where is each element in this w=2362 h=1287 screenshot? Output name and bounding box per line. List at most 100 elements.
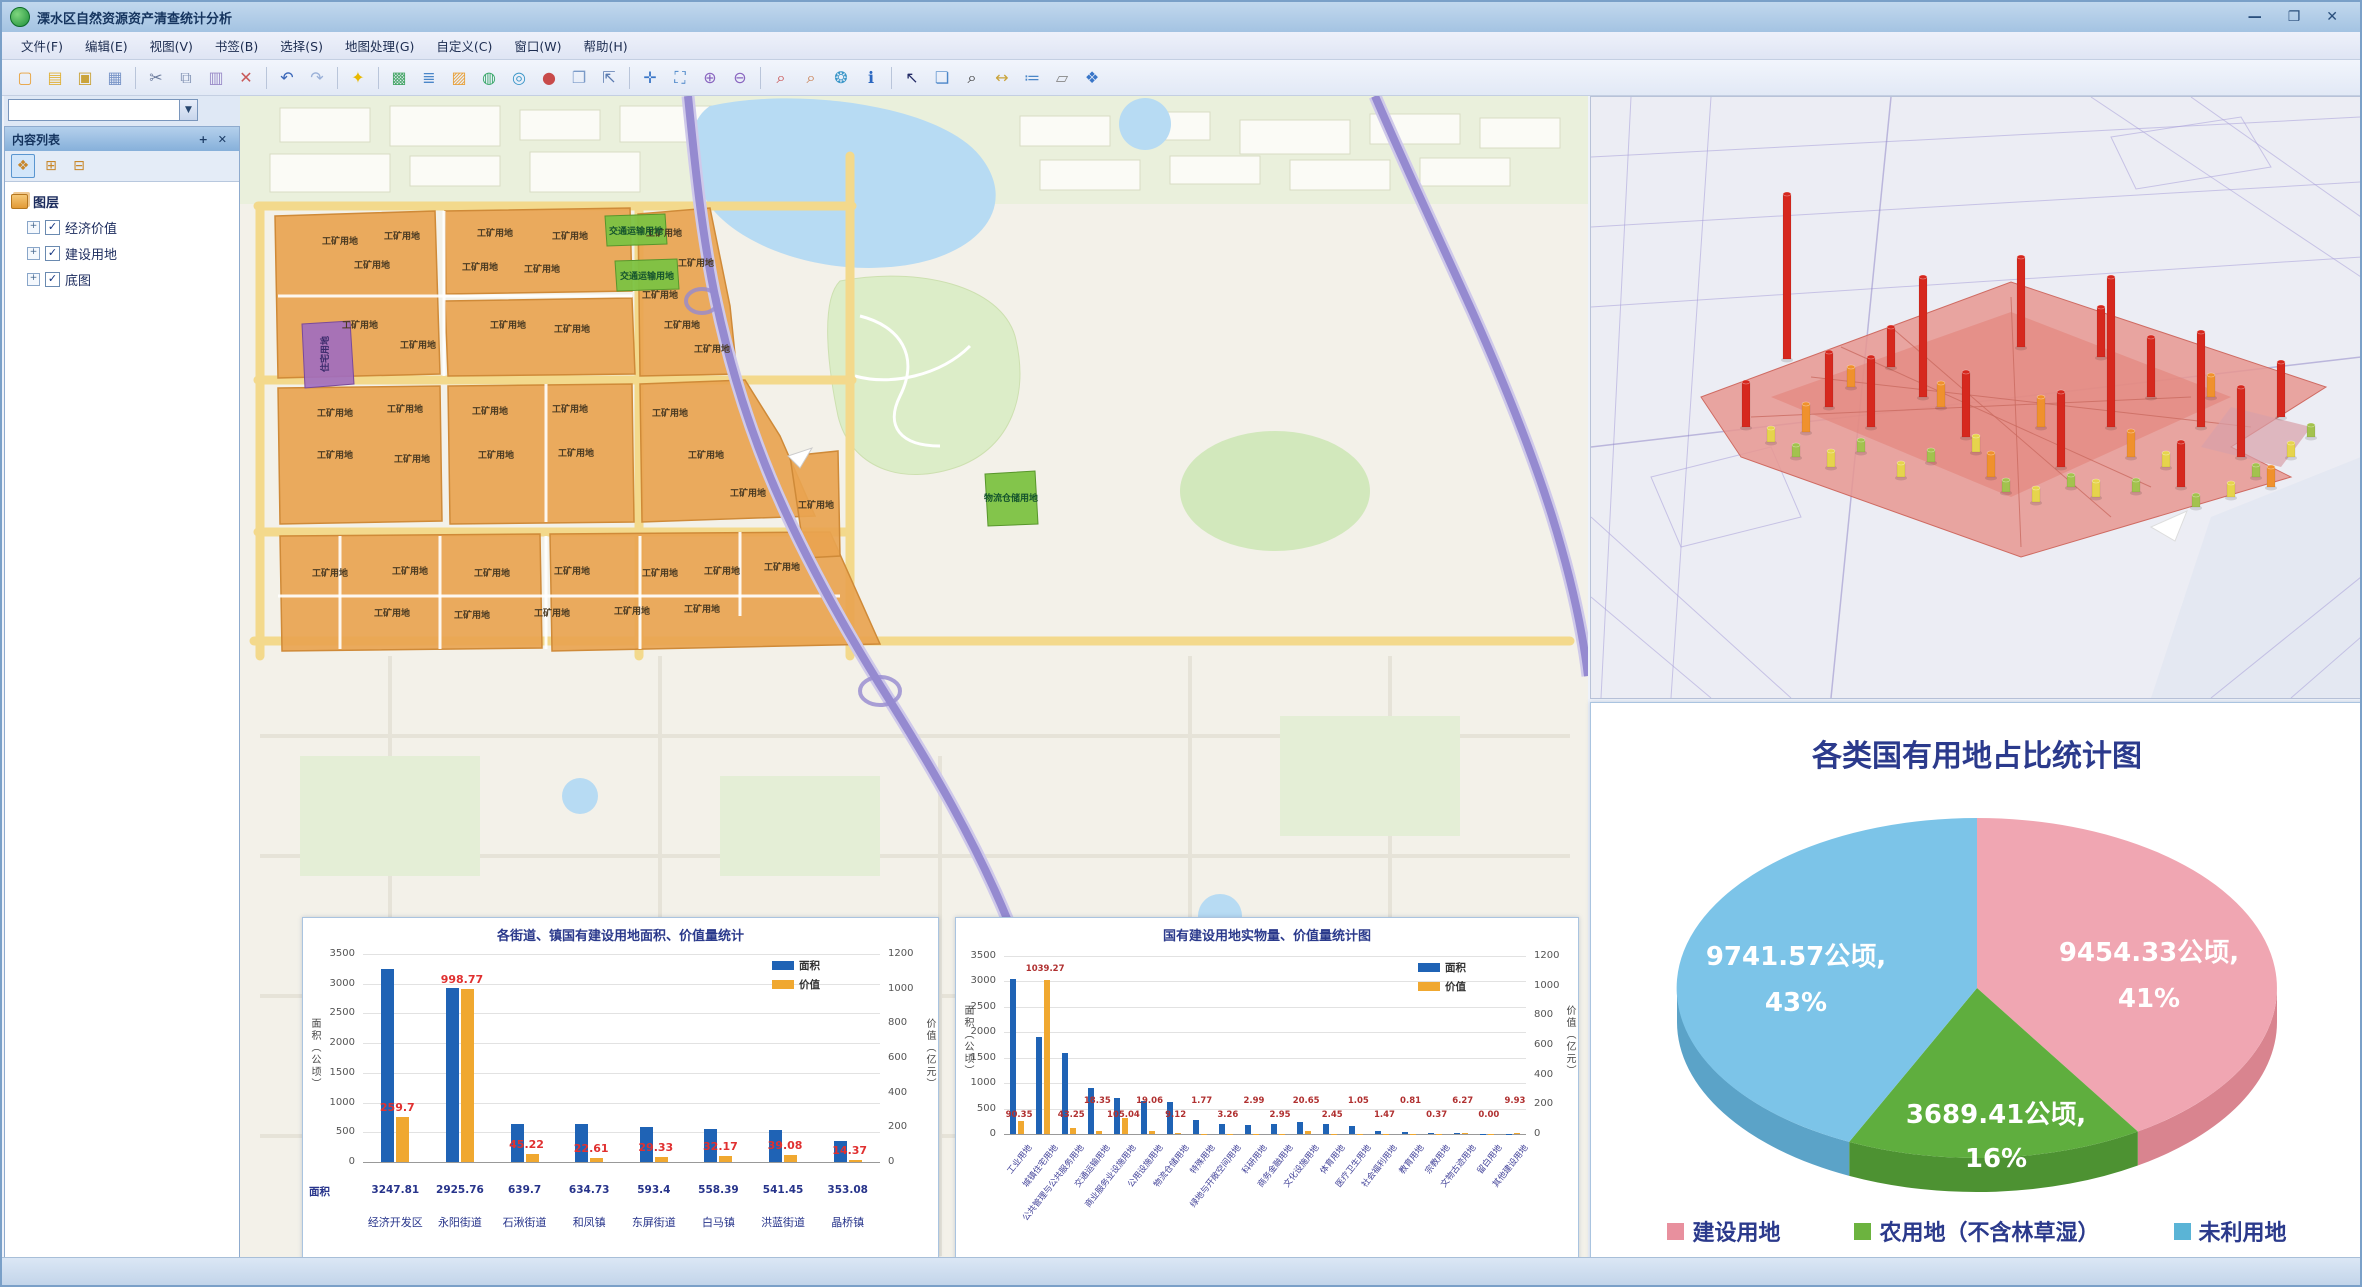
undo-icon[interactable]: ↶ [273, 64, 301, 92]
value-bar[interactable] [1070, 1128, 1076, 1134]
settings-icon[interactable]: ❖ [1078, 64, 1106, 92]
menu-item-0[interactable]: 文件(F) [12, 33, 72, 58]
value-bar[interactable] [1227, 1134, 1233, 1135]
expand-icon[interactable]: + [27, 221, 40, 234]
value-bar[interactable] [1436, 1134, 1442, 1135]
delete-icon[interactable]: ✕ [232, 64, 260, 92]
area-bar[interactable] [1323, 1124, 1329, 1134]
value-bar[interactable] [1462, 1133, 1468, 1134]
value-bar[interactable] [719, 1156, 732, 1162]
toc-close-icon[interactable]: ✕ [213, 133, 232, 146]
value-bar[interactable] [1514, 1133, 1520, 1134]
value-bar[interactable] [655, 1157, 668, 1162]
list-by-selection-icon[interactable]: ⊟ [67, 154, 91, 178]
menu-item-6[interactable]: 自定义(C) [427, 33, 501, 58]
value-bar[interactable] [1305, 1131, 1311, 1134]
tile-windows-icon[interactable]: ❐ [565, 64, 593, 92]
value-bar[interactable] [1149, 1131, 1155, 1134]
pan-icon[interactable]: ✛ [636, 64, 664, 92]
area-bar[interactable] [1454, 1133, 1460, 1134]
area-bar[interactable] [1193, 1120, 1199, 1134]
globe-view-icon[interactable]: ◍ [475, 64, 503, 92]
find-icon[interactable]: ⌕ [958, 64, 986, 92]
new-map-icon[interactable]: ▨ [445, 64, 473, 92]
menu-item-3[interactable]: 书签(B) [206, 33, 267, 58]
menu-item-5[interactable]: 地图处理(G) [336, 33, 423, 58]
area-bar[interactable] [1062, 1053, 1068, 1134]
layer-combo-input[interactable] [9, 100, 179, 120]
add-data-icon[interactable]: ✦ [344, 64, 372, 92]
tree-root-layers[interactable]: 图层 [9, 188, 235, 214]
layout-view-icon[interactable]: ≣ [415, 64, 443, 92]
print-icon[interactable]: ▦ [101, 64, 129, 92]
value-bar[interactable] [1201, 1134, 1207, 1135]
value-bar[interactable] [590, 1158, 603, 1162]
tree-item-1[interactable]: +✓建设用地 [9, 240, 235, 266]
menu-item-7[interactable]: 窗口(W) [505, 33, 570, 58]
layer-checkbox[interactable]: ✓ [45, 220, 60, 235]
value-bar[interactable] [461, 989, 474, 1162]
menu-item-1[interactable]: 编辑(E) [76, 33, 137, 58]
expand-icon[interactable]: + [27, 247, 40, 260]
overlap-icon[interactable]: ▱ [1048, 64, 1076, 92]
refresh-icon[interactable]: ❂ [827, 64, 855, 92]
close-button[interactable]: ✕ [2326, 9, 2338, 25]
new-document-icon[interactable]: ▢ [11, 64, 39, 92]
paste-icon[interactable]: ▥ [202, 64, 230, 92]
restore-button[interactable]: ❐ [2288, 9, 2301, 25]
cut-icon[interactable]: ✂ [142, 64, 170, 92]
layer-checkbox[interactable]: ✓ [45, 272, 60, 287]
zoom-in-icon[interactable]: ⌕ [767, 64, 795, 92]
results-window-icon[interactable]: ❏ [928, 64, 956, 92]
copy-icon[interactable]: ⧉ [172, 64, 200, 92]
value-bar[interactable] [396, 1117, 409, 1162]
tree-item-2[interactable]: +✓底图 [9, 266, 235, 292]
area-bar[interactable] [1245, 1125, 1251, 1134]
area-bar[interactable] [1297, 1122, 1303, 1134]
value-bar[interactable] [1410, 1134, 1416, 1135]
3d-scene-view[interactable] [1590, 96, 2362, 699]
value-bar[interactable] [1096, 1131, 1102, 1134]
save-icon[interactable]: ▣ [71, 64, 99, 92]
layer-checkbox[interactable]: ✓ [45, 246, 60, 261]
value-bar[interactable] [849, 1160, 862, 1162]
layer-combo[interactable]: ▼ [8, 99, 198, 121]
area-bar[interactable] [1219, 1124, 1225, 1134]
area-bar[interactable] [446, 988, 459, 1162]
value-bar[interactable] [1279, 1134, 1285, 1135]
area-bar[interactable] [1402, 1132, 1408, 1134]
value-bar[interactable] [784, 1155, 797, 1162]
value-bar[interactable] [1331, 1134, 1337, 1135]
value-bar[interactable] [1122, 1118, 1128, 1134]
combo-dropdown-icon[interactable]: ▼ [179, 100, 197, 120]
value-bar[interactable] [1253, 1134, 1259, 1135]
value-bar[interactable] [1357, 1134, 1363, 1135]
area-bar[interactable] [1375, 1131, 1381, 1134]
list-by-source-icon[interactable]: ⊞ [39, 154, 63, 178]
value-bar[interactable] [1488, 1134, 1494, 1135]
area-bar[interactable] [1271, 1124, 1277, 1134]
bookmark-list-icon[interactable]: ≔ [1018, 64, 1046, 92]
open-folder-icon[interactable]: ▤ [41, 64, 69, 92]
value-bar[interactable] [526, 1154, 539, 1162]
menu-item-2[interactable]: 视图(V) [141, 33, 202, 58]
zoom-full-icon[interactable]: ⛶ [666, 64, 694, 92]
value-bar[interactable] [1383, 1134, 1389, 1135]
pin-icon[interactable]: + [194, 133, 213, 146]
tree-item-0[interactable]: +✓经济价值 [9, 214, 235, 240]
list-by-drawing-order-icon[interactable]: ❖ [11, 154, 35, 178]
menu-item-4[interactable]: 选择(S) [271, 33, 332, 58]
menu-item-8[interactable]: 帮助(H) [575, 33, 637, 58]
globe-refresh-icon[interactable]: ◎ [505, 64, 533, 92]
area-bar[interactable] [1349, 1126, 1355, 1134]
select-arrow-icon[interactable]: ↖ [898, 64, 926, 92]
map-view-icon[interactable]: ▩ [385, 64, 413, 92]
zoom-out-icon[interactable]: ⌕ [797, 64, 825, 92]
measure-icon[interactable]: ↔ [988, 64, 1016, 92]
redo-icon[interactable]: ↷ [303, 64, 331, 92]
value-bar[interactable] [1018, 1121, 1024, 1134]
minimize-button[interactable]: — [2248, 9, 2262, 25]
globe-stop-icon[interactable]: ● [535, 64, 563, 92]
scale-box-icon[interactable]: ⇱ [595, 64, 623, 92]
value-bar[interactable] [1175, 1133, 1181, 1134]
